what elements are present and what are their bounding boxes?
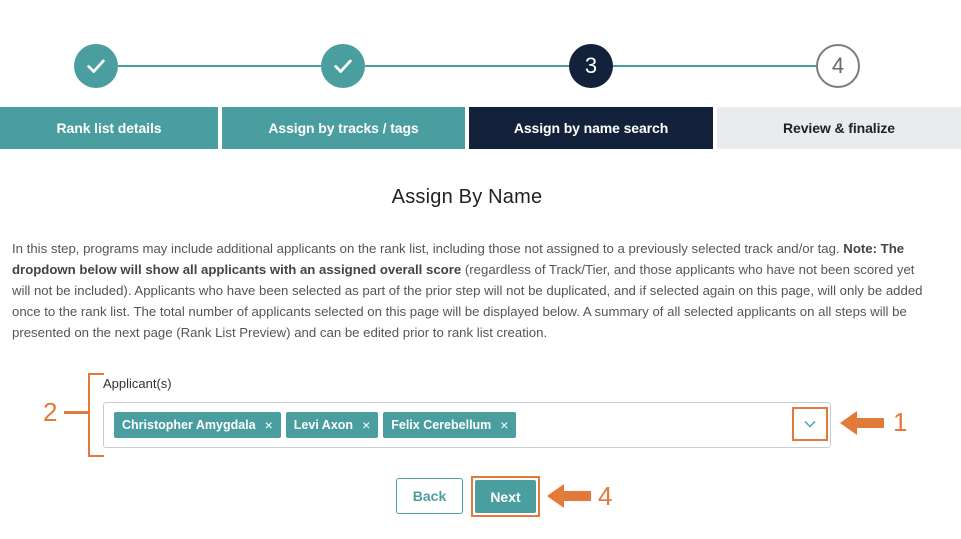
remove-chip-icon[interactable]: × xyxy=(362,418,370,432)
annotation-bracket xyxy=(88,373,104,457)
step-connector-3-4 xyxy=(613,65,817,67)
check-icon xyxy=(87,59,105,73)
chip-label: Felix Cerebellum xyxy=(391,418,492,432)
next-button[interactable]: Next xyxy=(475,480,536,513)
step-3-circle: 3 xyxy=(569,44,613,88)
tab-rank-list-details[interactable]: Rank list details xyxy=(0,107,218,149)
tab-label: Rank list details xyxy=(56,120,162,136)
remove-chip-icon[interactable]: × xyxy=(500,418,508,432)
tab-label: Assign by name search xyxy=(513,120,669,136)
next-button-highlight: Next xyxy=(471,476,540,517)
callout-number-2: 2 xyxy=(43,397,58,427)
tab-label: Review & finalize xyxy=(783,120,895,136)
tab-assign-by-tracks-tags[interactable]: Assign by tracks / tags xyxy=(222,107,465,149)
step-3-number: 3 xyxy=(584,53,598,78)
step-4-number: 4 xyxy=(831,53,845,78)
tab-review-finalize[interactable]: Review & finalize xyxy=(717,107,961,149)
annotation-bracket-tick xyxy=(64,411,88,414)
chip-label: Christopher Amygdala xyxy=(122,418,256,432)
step-connector-1-2 xyxy=(118,65,321,67)
applicants-label: Applicant(s) xyxy=(103,376,172,391)
tab-assign-by-name-search[interactable]: Assign by name search xyxy=(469,107,713,149)
callout-number-1: 1 xyxy=(893,407,908,437)
description-intro: In this step, programs may include addit… xyxy=(12,241,844,256)
tab-label: Assign by tracks / tags xyxy=(268,120,419,136)
chevron-down-icon xyxy=(804,421,816,428)
step-2-circle[interactable] xyxy=(321,44,365,88)
dropdown-toggle-button[interactable] xyxy=(792,407,828,441)
applicant-chip: Christopher Amygdala × xyxy=(114,412,281,438)
applicant-chip: Levi Axon × xyxy=(285,412,379,438)
step-1-circle[interactable] xyxy=(74,44,118,88)
back-button[interactable]: Back xyxy=(396,478,463,514)
step-connector-2-3 xyxy=(365,65,569,67)
page-title: Assign By Name xyxy=(391,186,543,208)
page-description: In this step, programs may include addit… xyxy=(12,238,927,343)
callout-number-4: 4 xyxy=(598,481,613,511)
step-4-circle: 4 xyxy=(816,44,860,88)
remove-chip-icon[interactable]: × xyxy=(265,418,273,432)
chip-label: Levi Axon xyxy=(293,418,354,432)
applicant-chip: Felix Cerebellum × xyxy=(383,412,517,438)
selected-chips: Christopher Amygdala × Levi Axon × Felix… xyxy=(114,412,517,438)
annotation-arrow-icon xyxy=(547,484,591,508)
annotation-arrow-icon xyxy=(840,411,884,435)
applicants-multiselect[interactable]: Christopher Amygdala × Levi Axon × Felix… xyxy=(103,402,831,448)
check-icon xyxy=(334,59,352,73)
